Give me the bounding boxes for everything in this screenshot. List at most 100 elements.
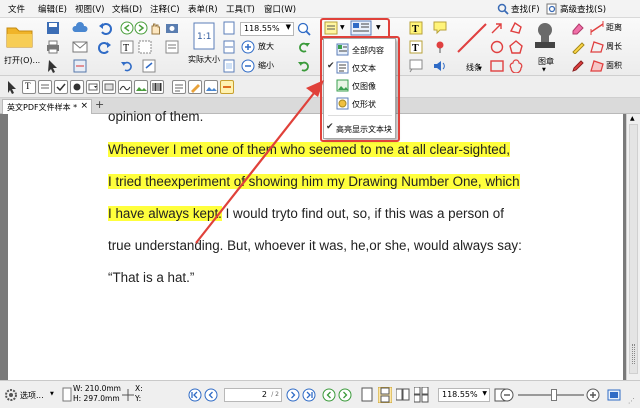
search-icon[interactable] bbox=[497, 3, 509, 18]
zoom-in-icon[interactable] bbox=[586, 388, 600, 405]
zoom-out-icon[interactable] bbox=[241, 59, 255, 76]
distance-label[interactable]: 距离 bbox=[606, 22, 622, 33]
prev-page-icon[interactable] bbox=[204, 388, 218, 405]
checkbox-icon[interactable] bbox=[54, 80, 68, 94]
typewriter-icon[interactable]: T bbox=[409, 21, 423, 38]
highlighter-icon[interactable] bbox=[571, 40, 585, 57]
circle-icon[interactable] bbox=[490, 40, 504, 57]
zoom-out-label[interactable]: 缩小 bbox=[258, 60, 274, 71]
menu-file[interactable]: 文件 bbox=[8, 3, 25, 15]
undo-icon[interactable] bbox=[98, 21, 112, 38]
pushpin-icon[interactable] bbox=[433, 40, 447, 57]
open-button-label[interactable]: 打开(O)... bbox=[4, 55, 40, 66]
perimeter-label[interactable]: 周长 bbox=[606, 41, 622, 52]
forward-view-icon[interactable] bbox=[338, 388, 352, 405]
rotate-ccw-icon[interactable] bbox=[120, 59, 134, 76]
scroll-up-icon[interactable]: ▲ bbox=[630, 115, 635, 122]
hand-tool-icon[interactable] bbox=[148, 21, 162, 38]
combo-box-icon[interactable] bbox=[86, 80, 100, 94]
next-view-icon[interactable] bbox=[134, 21, 148, 38]
scrollbar-track[interactable] bbox=[629, 124, 638, 374]
back-view-icon[interactable] bbox=[322, 388, 336, 405]
zoom-out-icon[interactable] bbox=[500, 388, 514, 405]
status-zoom-combo[interactable]: 118.55% ▼ bbox=[438, 388, 490, 402]
actual-size-icon[interactable]: 1:1 bbox=[193, 22, 217, 55]
text-box-icon[interactable] bbox=[165, 40, 179, 57]
eraser-icon[interactable] bbox=[571, 21, 585, 38]
zoom-value[interactable]: 118.55% bbox=[244, 24, 280, 33]
open-folder-icon[interactable] bbox=[6, 24, 34, 51]
first-page-icon[interactable] bbox=[188, 388, 202, 405]
chevron-down-icon[interactable]: ▼ bbox=[376, 24, 381, 31]
area-icon[interactable] bbox=[590, 59, 604, 76]
select-graphic-icon[interactable] bbox=[138, 40, 152, 57]
chevron-down-icon[interactable]: ▼ bbox=[286, 23, 291, 31]
scan-icon[interactable] bbox=[72, 59, 88, 76]
zoom-tool-icon[interactable] bbox=[297, 22, 311, 39]
chevron-down-icon[interactable]: ▼ bbox=[482, 390, 487, 397]
note-icon[interactable] bbox=[433, 21, 447, 38]
menu-tools[interactable]: 工具(T) bbox=[226, 3, 255, 15]
zoom-combo[interactable]: 118.55% ▼ bbox=[240, 22, 294, 36]
callout-icon[interactable] bbox=[409, 59, 423, 76]
zoom-in-label[interactable]: 放大 bbox=[258, 41, 274, 52]
scrollbar-grip[interactable] bbox=[632, 344, 635, 364]
resize-grip-icon[interactable]: ⋰ bbox=[628, 397, 635, 405]
status-zoom-value[interactable]: 118.55% bbox=[442, 390, 478, 399]
menu-view[interactable]: 视图(V) bbox=[75, 3, 104, 15]
list-box-icon[interactable] bbox=[38, 80, 52, 94]
email-icon[interactable] bbox=[72, 40, 88, 57]
actual-size-label[interactable]: 实际大小 bbox=[188, 54, 220, 65]
form-text-icon[interactable] bbox=[172, 80, 186, 94]
cursor-icon[interactable] bbox=[46, 59, 60, 76]
menu-form[interactable]: 表单(R) bbox=[188, 3, 218, 15]
advanced-search-icon[interactable] bbox=[546, 3, 558, 18]
gear-icon[interactable] bbox=[4, 388, 18, 405]
rotate-left-icon[interactable] bbox=[297, 59, 311, 76]
rotate-right-icon[interactable] bbox=[297, 40, 311, 57]
prev-view-icon[interactable] bbox=[120, 21, 134, 38]
chevron-down-icon[interactable]: ▼ bbox=[478, 66, 482, 72]
page-number-input[interactable]: 2 / 2 bbox=[224, 388, 282, 402]
arrow-icon[interactable] bbox=[490, 21, 504, 38]
chevron-down-icon[interactable]: ▼ bbox=[340, 24, 345, 31]
select-cursor-icon[interactable] bbox=[6, 80, 18, 97]
signature-field-icon[interactable] bbox=[118, 80, 132, 94]
menu-comment[interactable]: 注释(C) bbox=[150, 3, 180, 15]
last-page-icon[interactable] bbox=[302, 388, 316, 405]
textbox-annotation-icon[interactable]: T bbox=[409, 40, 423, 57]
pentagon-icon[interactable] bbox=[509, 40, 523, 57]
single-page-icon[interactable] bbox=[360, 387, 374, 406]
zoom-slider-thumb[interactable] bbox=[551, 389, 557, 401]
advanced-search-menu-item[interactable]: 高级查找(S) bbox=[560, 3, 606, 15]
facing-page-icon[interactable] bbox=[395, 387, 410, 406]
fullscreen-icon[interactable] bbox=[606, 387, 622, 406]
zoom-in-icon[interactable] bbox=[241, 40, 255, 57]
print-icon[interactable] bbox=[46, 40, 60, 57]
link-icon[interactable] bbox=[142, 59, 156, 76]
snapshot-icon[interactable] bbox=[165, 21, 179, 38]
cloud-shape-icon[interactable] bbox=[509, 59, 523, 76]
search-menu-item[interactable]: 查找(F) bbox=[511, 3, 540, 15]
menu-edit[interactable]: 编辑(E) bbox=[38, 3, 67, 15]
fit-page-icon[interactable] bbox=[222, 21, 236, 38]
continuous-page-icon[interactable] bbox=[377, 386, 393, 406]
polygon-icon[interactable] bbox=[509, 21, 523, 38]
form-edit-icon[interactable] bbox=[188, 80, 202, 94]
save-icon[interactable] bbox=[46, 21, 60, 38]
image-field-icon[interactable] bbox=[134, 80, 148, 94]
stamp-label[interactable]: 图章 bbox=[538, 56, 554, 67]
fit-width-icon[interactable] bbox=[222, 40, 236, 57]
fit-visible-icon[interactable] bbox=[222, 59, 236, 76]
area-label[interactable]: 面积 bbox=[606, 60, 622, 71]
document-tab[interactable]: 英文PDF文件样本 * × bbox=[2, 99, 92, 114]
distance-icon[interactable] bbox=[590, 21, 604, 38]
stamp-icon[interactable] bbox=[532, 22, 558, 55]
chevron-down-icon[interactable]: ▼ bbox=[542, 67, 546, 73]
options-button[interactable]: 选项... bbox=[20, 390, 44, 401]
perimeter-icon[interactable] bbox=[590, 40, 604, 57]
push-button-icon[interactable] bbox=[102, 80, 116, 94]
select-text-icon[interactable]: T bbox=[120, 40, 134, 57]
rectangle-icon[interactable] bbox=[490, 59, 504, 76]
cloud-icon[interactable] bbox=[72, 21, 88, 38]
